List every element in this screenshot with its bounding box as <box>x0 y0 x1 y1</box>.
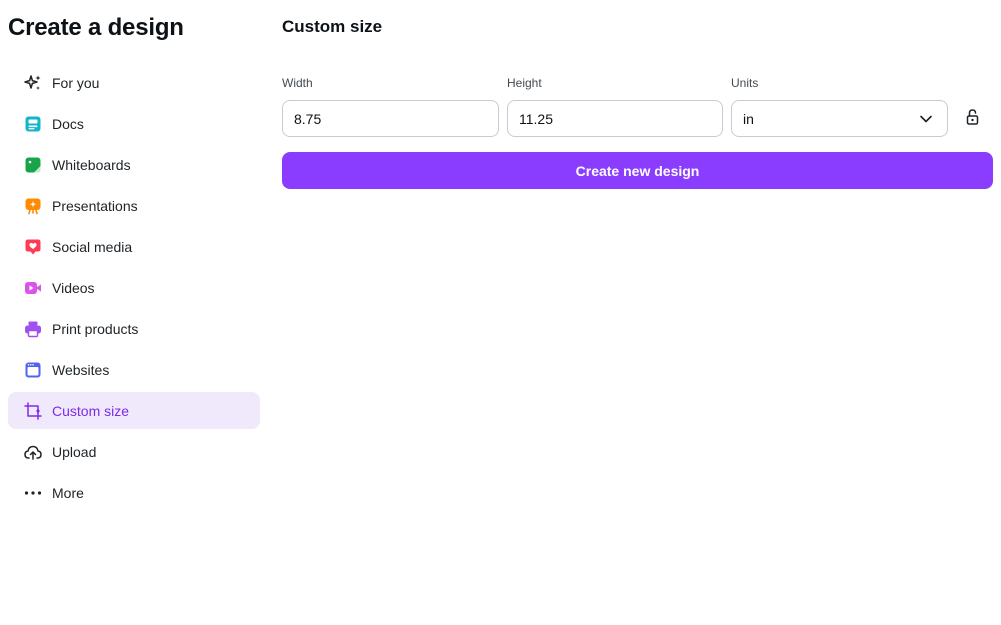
sidebar-item-label: Social media <box>52 238 133 255</box>
website-icon <box>24 361 42 379</box>
create-new-design-button[interactable]: Create new design <box>282 152 993 189</box>
units-value: in <box>743 110 754 127</box>
sidebar-item-custom-size[interactable]: Custom size <box>8 392 260 429</box>
sidebar-item-for-you[interactable]: For you <box>8 64 260 101</box>
cloud-upload-icon <box>24 443 42 461</box>
sidebar-item-label: Presentations <box>52 197 138 214</box>
sidebar-item-label: Print products <box>52 320 139 337</box>
width-label: Width <box>282 76 313 90</box>
heart-icon <box>24 238 42 256</box>
height-field-wrapper <box>507 100 723 137</box>
sidebar-item-docs[interactable]: Docs <box>8 105 260 142</box>
sidebar: Create a design For you Docs Whiteboards <box>0 0 268 625</box>
sidebar-item-label: For you <box>52 74 100 91</box>
sidebar-item-label: Videos <box>52 279 95 296</box>
unlock-aspect-ratio-icon[interactable] <box>965 108 981 126</box>
create-design-panel: Create a design For you Docs Whiteboards <box>0 0 1001 625</box>
whiteboard-icon <box>24 156 42 174</box>
sidebar-item-label: More <box>52 484 84 501</box>
sparkles-icon <box>24 74 42 92</box>
sidebar-item-presentations[interactable]: Presentations <box>8 187 260 224</box>
width-field-wrapper <box>282 100 499 137</box>
section-heading: Custom size <box>282 17 383 36</box>
width-input[interactable] <box>294 110 498 127</box>
design-type-nav: For you Docs Whiteboards Presentations S… <box>8 64 260 515</box>
video-icon <box>24 279 42 297</box>
sidebar-item-videos[interactable]: Videos <box>8 269 260 306</box>
custom-size-icon <box>24 401 42 420</box>
height-label: Height <box>507 76 542 90</box>
sidebar-item-websites[interactable]: Websites <box>8 351 260 388</box>
sidebar-item-print-products[interactable]: Print products <box>8 310 260 347</box>
page-title: Create a design <box>8 14 184 41</box>
docs-icon <box>24 115 42 133</box>
sidebar-item-label: Custom size <box>52 402 130 419</box>
sidebar-item-more[interactable]: More <box>8 474 260 511</box>
custom-size-form: Custom size Width Height Units in Create… <box>282 0 994 625</box>
sidebar-item-whiteboards[interactable]: Whiteboards <box>8 146 260 183</box>
sidebar-item-upload[interactable]: Upload <box>8 433 260 470</box>
chevron-down-icon <box>919 112 933 129</box>
presentation-icon <box>24 197 42 215</box>
sidebar-item-label: Websites <box>52 361 110 378</box>
more-dots-icon <box>24 484 42 502</box>
units-label: Units <box>731 76 759 90</box>
units-select[interactable]: in <box>731 100 948 137</box>
sidebar-item-label: Upload <box>52 443 97 460</box>
sidebar-item-label: Docs <box>52 115 84 132</box>
sidebar-item-label: Whiteboards <box>52 156 131 173</box>
printer-icon <box>24 320 42 338</box>
sidebar-item-social-media[interactable]: Social media <box>8 228 260 265</box>
height-input[interactable] <box>519 110 722 127</box>
